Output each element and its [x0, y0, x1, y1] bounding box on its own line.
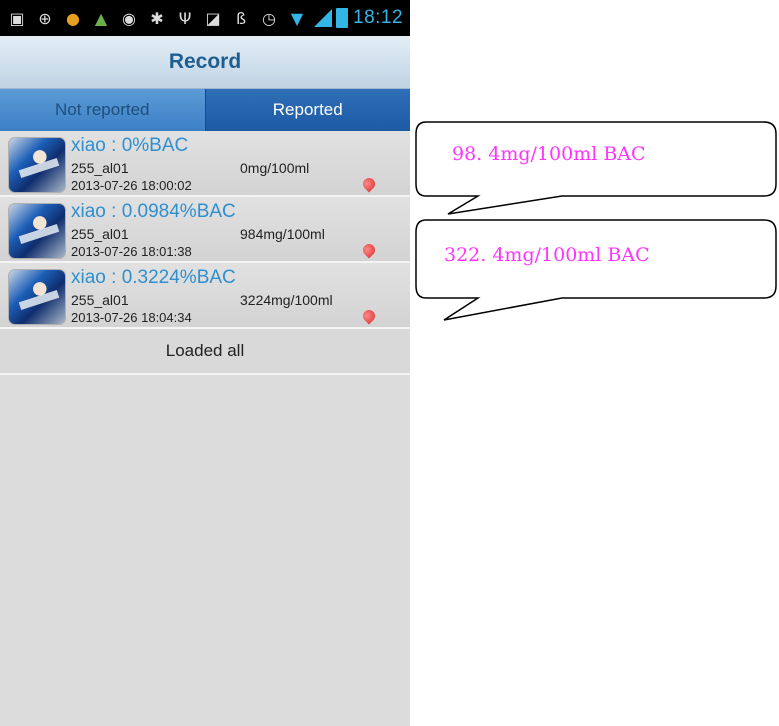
record-title: xiao : 0%BAC [71, 135, 189, 156]
annotation-callout-1 [415, 121, 777, 215]
tab-bar: Not reported Reported [0, 89, 410, 131]
annotation-text-2: 322. 4mg/100ml BAC [444, 244, 650, 266]
usb-icon: Ψ [178, 8, 192, 28]
record-title: xiao : 0.0984%BAC [71, 201, 236, 222]
tab-label: Not reported [55, 100, 150, 119]
map-pin-icon[interactable] [363, 178, 375, 194]
record-list: xiao : 0%BAC 255_al01 0mg/100ml 2013-07-… [0, 131, 410, 375]
map-pin-icon[interactable] [363, 244, 375, 260]
record-device: 255_al01 [71, 160, 129, 176]
record-device: 255_al01 [71, 292, 129, 308]
tab-label: Reported [272, 100, 343, 119]
list-item[interactable]: xiao : 0%BAC 255_al01 0mg/100ml 2013-07-… [0, 131, 410, 197]
avatar [8, 203, 66, 259]
android-icon: ▲ [94, 8, 108, 28]
record-value: 0mg/100ml [240, 160, 310, 176]
avatar [8, 269, 66, 325]
title-bar: Record [0, 36, 410, 89]
annotation-callout-2 [415, 219, 777, 321]
loaded-all-label: Loaded all [165, 341, 245, 360]
record-value: 984mg/100ml [240, 226, 325, 242]
annotation-text-1: 98. 4mg/100ml BAC [452, 143, 646, 165]
status-time: 18:12 [353, 7, 404, 28]
record-title: xiao : 0.3224%BAC [71, 267, 236, 288]
record-time: 2013-07-26 18:01:38 [71, 244, 192, 259]
image-icon: ◪ [205, 8, 221, 28]
record-time: 2013-07-26 18:00:02 [71, 178, 192, 193]
map-pin-icon[interactable] [363, 310, 375, 326]
wifi-icon: ▼ [290, 8, 304, 28]
avatar [8, 137, 66, 193]
tab-reported[interactable]: Reported [204, 89, 410, 131]
notification-icon: ▣ [9, 8, 25, 28]
app-icon: ● [66, 8, 80, 28]
bluetooth-icon: ß [235, 8, 247, 28]
record-time: 2013-07-26 18:04:34 [71, 310, 192, 325]
alarm-icon: ◷ [262, 8, 276, 28]
record-device: 255_al01 [71, 226, 129, 242]
phone-screen: ▣ ⊕ ● ▲ ◉ ✱ Ψ ◪ ß ◷ ▼ 18:12 Record Not r… [0, 0, 410, 726]
status-bar: ▣ ⊕ ● ▲ ◉ ✱ Ψ ◪ ß ◷ ▼ 18:12 [0, 0, 410, 36]
signal-icon [314, 9, 332, 27]
loaded-all-footer: Loaded all [0, 329, 410, 375]
list-item[interactable]: xiao : 0.3224%BAC 255_al01 3224mg/100ml … [0, 263, 410, 329]
page-title: Record [168, 50, 242, 73]
shield-icon: ◉ [122, 8, 136, 28]
battery-icon [336, 8, 348, 28]
gps-icon: ⊕ [38, 8, 52, 28]
record-value: 3224mg/100ml [240, 292, 333, 308]
list-item[interactable]: xiao : 0.0984%BAC 255_al01 984mg/100ml 2… [0, 197, 410, 263]
tab-not-reported[interactable]: Not reported [0, 89, 205, 131]
debug-icon: ✱ [150, 8, 164, 28]
